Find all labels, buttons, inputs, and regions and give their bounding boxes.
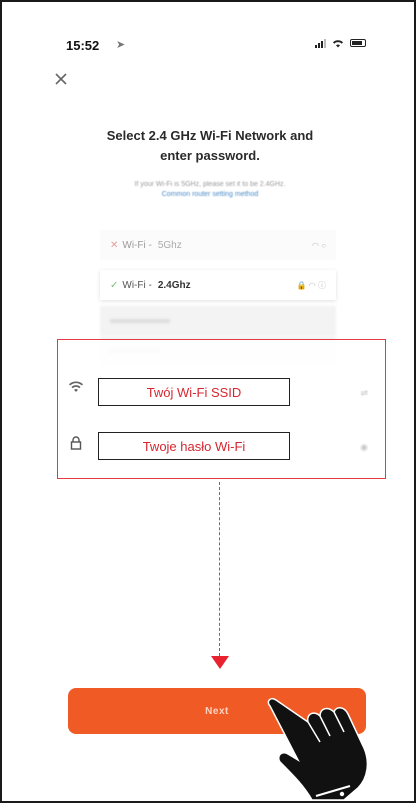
- close-icon[interactable]: [54, 72, 68, 86]
- status-icons: [315, 38, 366, 48]
- network-name: Wi-Fi -: [122, 279, 152, 291]
- router-setting-link[interactable]: Common router setting method: [42, 190, 378, 200]
- wifi-icon: [333, 39, 343, 47]
- network-item-2-4ghz[interactable]: ✓ Wi-Fi - 2.4Ghz 🔒 ◠ ⓘ: [100, 270, 336, 300]
- wifi-icon: [69, 381, 83, 392]
- hint-text: If your Wi-Fi is 5GHz, please set it to …: [134, 181, 286, 188]
- guide-arrow-head: [211, 656, 229, 669]
- network-item-5ghz[interactable]: ✕ Wi-Fi - 5Ghz ◠ ○: [100, 230, 336, 260]
- lock-icon: [70, 436, 82, 450]
- network-meta: 🔒 ◠ ⓘ: [296, 280, 326, 290]
- page-title: Select 2.4 GHz Wi-Fi Network and enter p…: [42, 126, 378, 166]
- network-band: 5Ghz: [157, 239, 182, 251]
- title-line-1: Select 2.4 GHz Wi-Fi Network and: [106, 128, 314, 143]
- hand-pointer-icon: [267, 697, 369, 801]
- password-row: [68, 435, 84, 451]
- title-line-2: enter password.: [160, 148, 260, 163]
- dropdown-icon[interactable]: ⇌: [360, 388, 368, 399]
- network-meta: ◠ ○: [311, 240, 326, 250]
- guide-arrow-line: [219, 482, 220, 656]
- location-arrow-icon: ➤: [116, 39, 126, 51]
- status-time: 15:52: [66, 38, 100, 53]
- phone-screen: 15:52 ➤ Select 2.4 GHz Wi-Fi Network and…: [0, 0, 416, 803]
- band-hint: If your Wi-Fi is 5GHz, please set it to …: [42, 180, 378, 200]
- network-item[interactable]: [100, 306, 336, 336]
- show-password-icon[interactable]: ◉: [360, 442, 368, 453]
- check-icon: ✓: [110, 279, 119, 291]
- battery-icon: [350, 39, 366, 47]
- network-band: 2.4Ghz: [157, 279, 191, 291]
- password-field[interactable]: Twoje hasło Wi-Fi: [98, 432, 290, 460]
- network-name: Wi-Fi -: [122, 239, 152, 251]
- unsupported-icon: ✕: [110, 239, 119, 251]
- ssid-field[interactable]: Twój Wi-Fi SSID: [98, 378, 290, 406]
- ssid-row: [68, 379, 84, 395]
- signal-icon: [315, 38, 326, 48]
